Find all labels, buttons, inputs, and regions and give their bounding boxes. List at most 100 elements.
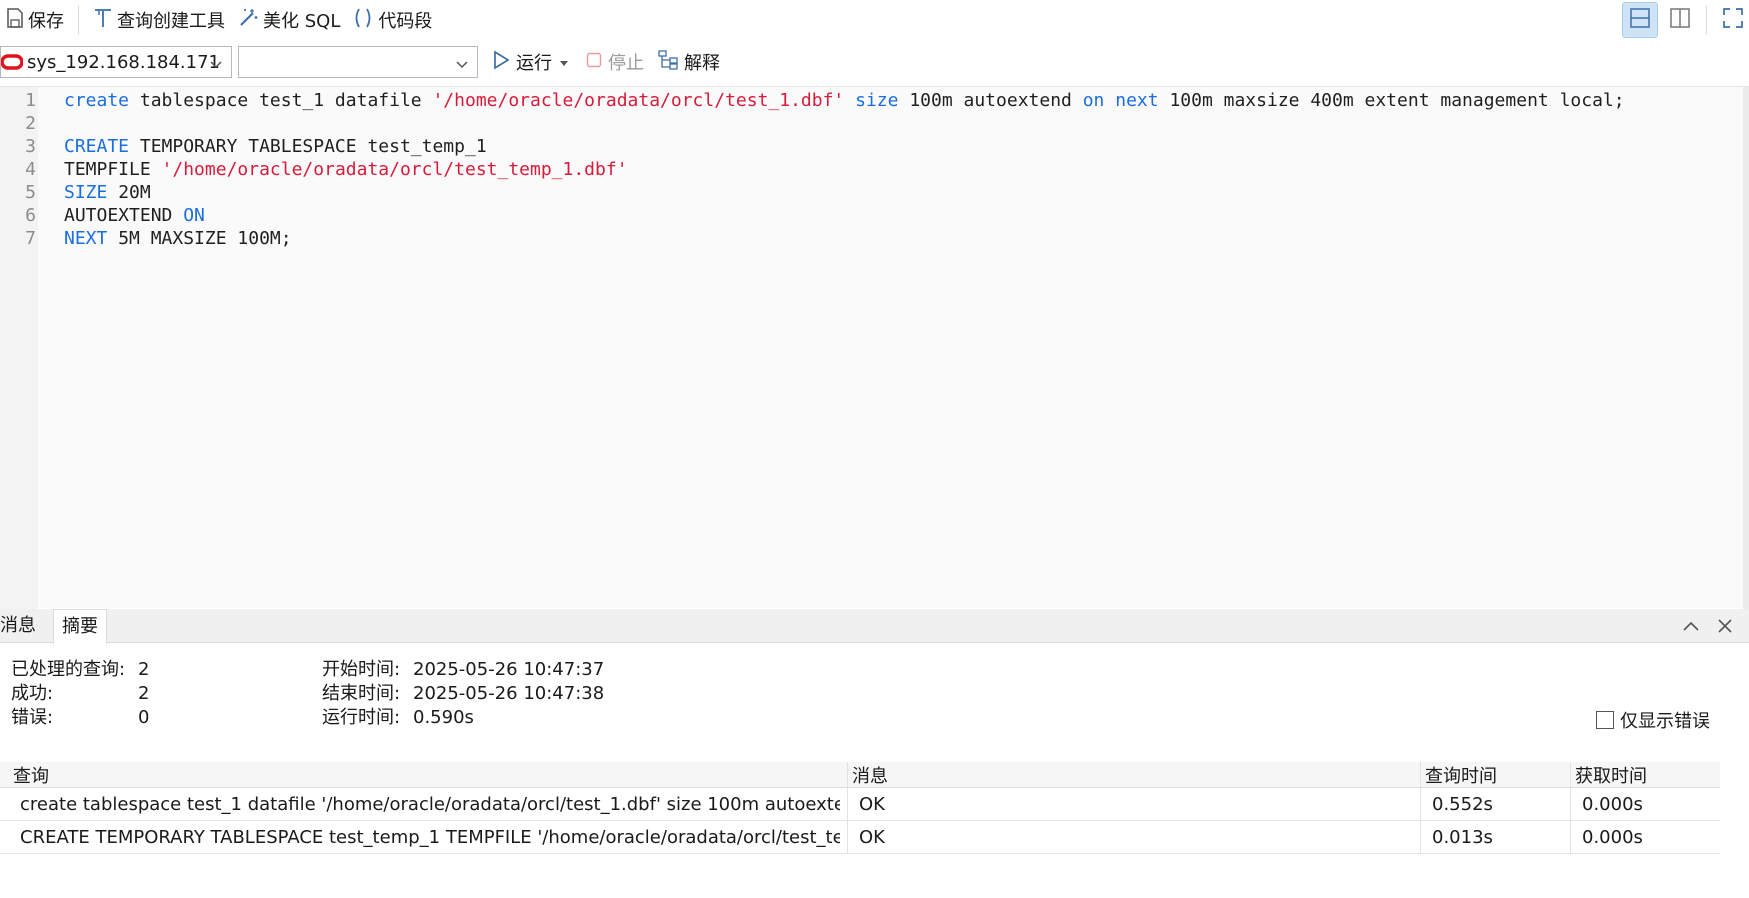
cell-message: OK <box>859 793 885 815</box>
cell-fetch-time: 0.000s <box>1582 826 1643 848</box>
explain-button[interactable]: 解释 <box>658 49 720 75</box>
start-time-label: 开始时间: <box>322 659 401 680</box>
schema-select[interactable] <box>238 46 478 78</box>
sql-string: '/home/oracle/oradata/orcl/test_temp_1.d… <box>161 159 628 180</box>
elapsed-value: 0.590s <box>413 707 474 728</box>
sql-editor[interactable]: 1 create tablespace test_1 datafile '/hom… <box>0 86 1749 609</box>
line-number: 3 <box>25 136 36 157</box>
elapsed-label: 运行时间: <box>322 707 401 728</box>
column-divider <box>1420 821 1421 853</box>
column-header-fetch-time[interactable]: 获取时间 <box>1575 762 1715 787</box>
summary-panel: 已处理的查询: 2 成功: 2 错误: 0 开始时间: 2025-05-26 1… <box>0 644 1749 762</box>
connection-toolbar: sys_192.168.184.171 运行 停止 解释 <box>0 42 1749 82</box>
connection-select[interactable]: sys_192.168.184.171 <box>0 46 232 78</box>
sql-text: 100m autoextend <box>898 90 1083 111</box>
only-errors-label: 仅显示错误 <box>1620 711 1710 732</box>
column-divider <box>1570 788 1571 820</box>
sql-text: TEMPFILE <box>64 159 162 180</box>
sql-text: 100m maxsize 400m extent management loca… <box>1158 90 1625 111</box>
tab-summary-label: 摘要 <box>62 616 98 637</box>
column-divider <box>847 821 848 853</box>
split-vertical-icon <box>1669 7 1691 34</box>
code-text: AUTOEXTEND ON <box>64 204 205 227</box>
parentheses-icon <box>352 7 374 34</box>
split-vertical-button[interactable] <box>1662 2 1698 38</box>
column-divider[interactable] <box>847 762 848 787</box>
sql-text: TEMPORARY TABLESPACE test_temp_1 <box>129 136 487 157</box>
stop-label: 停止 <box>608 53 644 74</box>
only-errors-toggle[interactable]: 仅显示错误 <box>1596 707 1710 733</box>
line-number: 2 <box>25 113 36 134</box>
sql-keyword: ON <box>183 205 205 226</box>
start-time-value: 2025-05-26 10:47:37 <box>413 659 605 680</box>
column-divider[interactable] <box>1570 762 1571 787</box>
sql-keyword: create <box>64 90 130 111</box>
grid-header: 查询 消息 查询时间 获取时间 <box>0 762 1720 788</box>
line-number: 7 <box>25 228 36 249</box>
run-button[interactable]: 运行 <box>492 49 570 75</box>
query-builder-icon <box>93 7 113 34</box>
magic-wand-icon <box>237 7 259 34</box>
sql-string: '/home/oracle/oradata/orcl/test_1.dbf' <box>432 90 845 111</box>
save-button[interactable]: 保存 <box>0 0 70 40</box>
tab-summary[interactable]: 摘要 <box>53 609 107 644</box>
chevron-down-icon <box>209 55 223 76</box>
code-text: TEMPFILE '/home/oracle/oradata/orcl/test… <box>64 158 628 181</box>
close-panel-icon[interactable] <box>1717 618 1733 639</box>
column-divider <box>1420 788 1421 820</box>
sql-keyword: CREATE <box>64 136 130 157</box>
sql-text: 20M <box>107 182 151 203</box>
toolbar-divider <box>1706 6 1707 34</box>
beautify-sql-label: 美化 SQL <box>263 11 341 32</box>
cell-query-time: 0.013s <box>1432 826 1493 848</box>
collapse-panel-icon[interactable] <box>1682 618 1700 639</box>
tab-messages-label: 消息 <box>0 615 36 636</box>
sql-keyword: size <box>855 90 899 111</box>
line-number: 4 <box>25 159 36 180</box>
error-label: 错误: <box>11 707 54 728</box>
column-divider <box>847 788 848 820</box>
caret-down-icon[interactable] <box>558 52 570 73</box>
column-header-query[interactable]: 查询 <box>13 762 843 787</box>
chevron-down-icon <box>455 55 469 76</box>
explain-plan-icon <box>658 49 680 75</box>
stop-button[interactable]: 停止 <box>586 49 644 75</box>
success-value: 2 <box>138 683 150 704</box>
column-divider <box>1570 821 1571 853</box>
end-time-label: 结束时间: <box>322 683 401 704</box>
beautify-sql-button[interactable]: 美化 SQL <box>231 0 346 40</box>
column-header-message[interactable]: 消息 <box>852 762 1412 787</box>
oracle-icon <box>0 54 24 75</box>
column-header-query-time[interactable]: 查询时间 <box>1425 762 1565 787</box>
editor-scrollbar[interactable] <box>1743 87 1749 609</box>
line-number: 5 <box>25 182 36 203</box>
save-label: 保存 <box>28 11 64 32</box>
main-toolbar: 保存 查询创建工具 美化 SQL 代码段 <box>0 0 1749 40</box>
sql-keyword: on <box>1082 90 1105 111</box>
processed-label: 已处理的查询: <box>11 659 126 680</box>
table-row[interactable]: CREATE TEMPORARY TABLESPACE test_temp_1 … <box>0 821 1720 854</box>
fullscreen-icon <box>1722 7 1744 34</box>
sql-text: AUTOEXTEND <box>64 205 184 226</box>
cell-message: OK <box>859 826 885 848</box>
cell-query: create tablespace test_1 datafile '/home… <box>20 793 840 815</box>
tab-messages[interactable]: 消息 <box>0 609 44 643</box>
end-time-value: 2025-05-26 10:47:38 <box>413 683 605 704</box>
error-value: 0 <box>138 707 150 728</box>
split-horizontal-button[interactable] <box>1622 2 1658 38</box>
column-divider[interactable] <box>1420 762 1421 787</box>
navicat-query-editor: 保存 查询创建工具 美化 SQL 代码段 sys_192.168.184.171… <box>0 0 1749 898</box>
line-number: 1 <box>25 90 36 111</box>
fullscreen-button[interactable] <box>1715 2 1749 38</box>
table-row[interactable]: create tablespace test_1 datafile '/home… <box>0 788 1720 821</box>
stop-icon <box>586 52 602 73</box>
save-icon <box>6 7 24 33</box>
query-builder-button[interactable]: 查询创建工具 <box>87 0 231 40</box>
sql-text: 5M MAXSIZE 100M; <box>107 228 292 249</box>
cell-fetch-time: 0.000s <box>1582 793 1643 815</box>
sql-keyword: next <box>1115 90 1159 111</box>
only-errors-checkbox[interactable] <box>1596 711 1614 729</box>
code-snippet-button[interactable]: 代码段 <box>346 0 438 40</box>
